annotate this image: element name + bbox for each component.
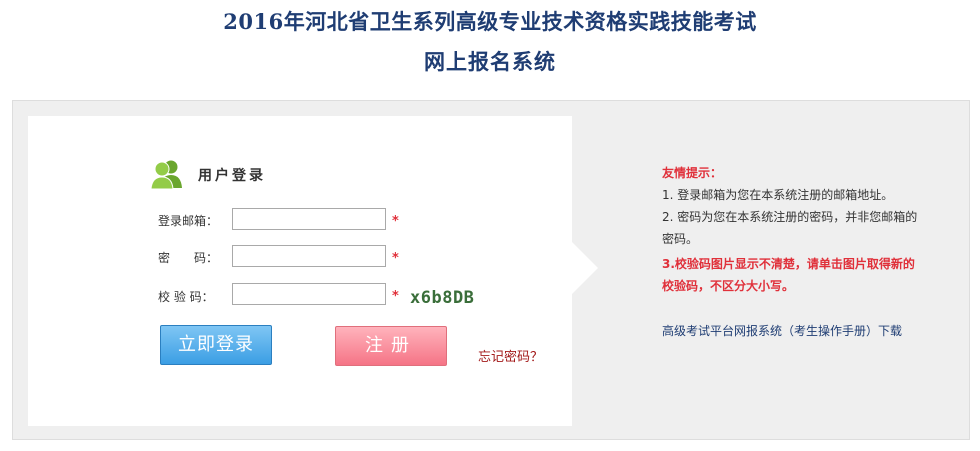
captcha-label: 校 验 码： [158,290,214,304]
tips-title: 友情提示： [662,166,723,180]
page-title: 2016年河北省卫生系列高级专业技术资格实践技能考试 [223,9,757,34]
login-panel [28,116,572,426]
login-heading: 用户登录 [198,168,266,184]
captcha-image[interactable]: x6b8DB [408,285,480,307]
login-button[interactable]: 立即登录 [160,325,272,365]
tip-item-warning: 3.校验码图片显示不清楚，请单击图片取得新的 [662,257,915,271]
password-label: 密 码： [158,251,219,265]
manual-download-link[interactable]: 高级考试平台网报系统（考生操作手册）下载 [662,322,902,339]
email-field[interactable] [232,208,386,230]
tip-item-warning: 校验码，不区分大小写。 [662,279,795,293]
required-mark: * [392,251,399,266]
captcha-field[interactable] [232,283,386,305]
email-label: 登录邮箱： [158,214,219,228]
tip-item: 1. 登录邮箱为您在本系统注册的邮箱地址。 [662,188,894,202]
required-mark: * [392,289,399,304]
tip-item: 2. 密码为您在本系统注册的密码，并非您邮箱的 [662,210,918,224]
captcha-text: x6b8DB [410,288,474,307]
register-button[interactable]: 注册 [335,326,447,366]
forgot-password-link[interactable]: 忘记密码？ [478,346,543,365]
password-field[interactable] [232,245,386,267]
tip-item: 密码。 [662,232,699,246]
page-subtitle: 网上报名系统 [424,49,556,74]
panel-pointer [572,242,598,294]
users-icon [150,160,182,190]
required-mark: * [392,214,399,229]
